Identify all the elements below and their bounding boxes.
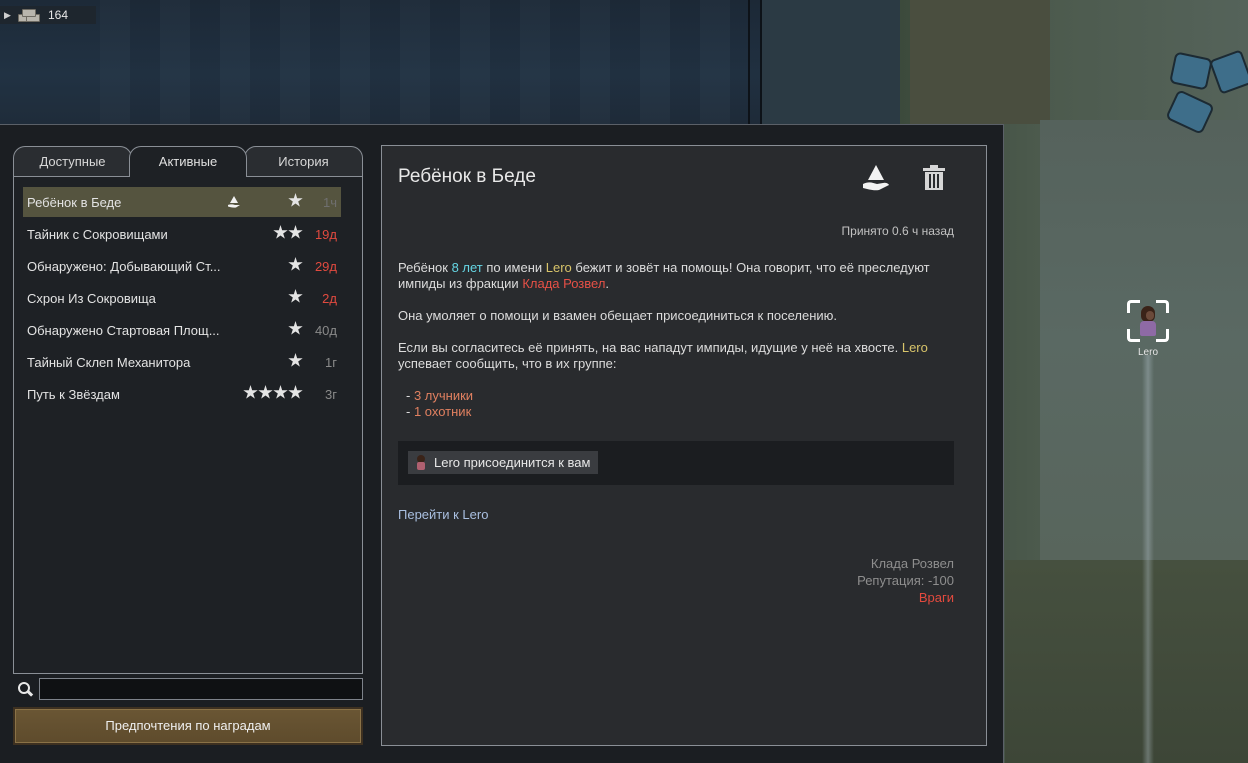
quest-difficulty-stars	[288, 353, 303, 371]
pawn-icon	[416, 455, 426, 470]
faction-status: Враги	[918, 590, 954, 605]
quest-difficulty-stars	[288, 289, 303, 307]
star-icon	[273, 385, 288, 399]
quests-window: Доступные Активные История Ребёнок в Бед…	[0, 124, 1004, 763]
quest-list-item[interactable]: Обнаружено: Добывающий Ст... 29д	[23, 251, 341, 281]
star-icon	[288, 225, 303, 239]
quest-list-item[interactable]: Путь к Звёздам 3г	[23, 379, 341, 409]
reward-box: Lero присоединится к вам	[398, 441, 954, 485]
search-icon	[18, 682, 34, 698]
quest-list: Ребёнок в Беде 1ч Тайник с Сокровищами 19д О…	[13, 176, 363, 674]
quest-list-item[interactable]: Ребёнок в Беде 1ч	[23, 187, 341, 217]
quest-name: Ребёнок в Беде	[27, 195, 122, 210]
trash-icon[interactable]	[922, 165, 946, 191]
reward-label: Lero присоединится к вам	[434, 455, 591, 470]
quest-list-item[interactable]: Обнаружено Стартовая Площ... 40д	[23, 315, 341, 345]
goto-pawn-link[interactable]: Перейти к Lero	[398, 507, 488, 522]
faction-info: Клада Розвел Репутация: -100 Враги	[857, 555, 954, 606]
search-row	[13, 678, 363, 702]
quest-time-remaining: 3г	[325, 387, 337, 402]
star-icon	[243, 385, 258, 399]
faction-name[interactable]: Клада Розвел	[857, 555, 954, 572]
faction-name-highlight: Клада Розвел	[522, 276, 606, 291]
quest-time-remaining: 19д	[314, 227, 337, 242]
quest-name: Обнаружено: Добывающий Ст...	[27, 259, 221, 274]
description-paragraph: Если вы согласитесь её принять, на вас н…	[398, 340, 928, 371]
list-item: - 3 лучники	[406, 388, 474, 403]
steel-icon	[18, 8, 40, 22]
reward-preferences-button[interactable]: Предпочтения по наградам	[13, 707, 363, 745]
map-terrain-grass	[1005, 560, 1248, 763]
quest-name: Тайник с Сокровищами	[27, 227, 168, 242]
star-icon	[288, 353, 303, 367]
description-paragraph: Она умоляет о помощи и взамен обещает пр…	[398, 308, 838, 323]
search-input[interactable]	[39, 678, 363, 700]
quest-name: Обнаружено Стартовая Площ...	[27, 323, 220, 338]
description-paragraph: Ребёнок 8 лет по имени Lero бежит и зовё…	[398, 260, 930, 291]
quest-difficulty-stars	[243, 385, 303, 403]
star-icon	[288, 257, 303, 271]
pawn-name-highlight: Lero	[545, 260, 572, 275]
tab-available[interactable]: Доступные	[13, 146, 132, 177]
quest-tabs: Доступные Активные История	[13, 146, 363, 177]
quest-list-item[interactable]: Тайник с Сокровищами 19д	[23, 219, 341, 249]
star-icon	[258, 385, 273, 399]
list-item: - 1 охотник	[406, 404, 472, 419]
faction-reputation: Репутация: -100	[857, 573, 954, 588]
pawn-lero[interactable]: Lero	[1127, 300, 1169, 360]
quest-name: Схрон Из Сокровища	[27, 291, 156, 306]
quest-details: Ребёнок в Беде Принято 0.6 ч назад Ребён…	[381, 145, 987, 746]
quest-title: Ребёнок в Беде	[398, 166, 536, 187]
quest-time-remaining: 2д	[322, 291, 337, 306]
child-age: 8 лет	[451, 260, 483, 275]
map-terrain-texture	[100, 0, 760, 124]
quest-difficulty-stars	[273, 225, 303, 243]
quest-time-remaining: 1ч	[322, 195, 337, 210]
quest-name: Тайный Склеп Механитора	[27, 355, 191, 370]
quest-time-remaining: 40д	[314, 323, 337, 338]
quest-list-item[interactable]: Тайный Склеп Механитора 1г	[23, 347, 341, 377]
tab-history[interactable]: История	[244, 146, 363, 177]
star-icon	[288, 193, 303, 207]
accepted-quest-icon	[228, 196, 240, 208]
quest-name: Путь к Звёздам	[27, 387, 120, 402]
resource-count: 164	[48, 8, 69, 22]
map-stream	[1142, 355, 1154, 763]
enemy-group-list: - 3 лучники - 1 охотник	[406, 388, 966, 420]
map-terrain-mud	[910, 0, 1050, 124]
pawn-name-label: Lero	[1137, 347, 1158, 358]
accepted-time: Принято 0.6 ч назад	[841, 224, 954, 238]
quest-list-item[interactable]: Схрон Из Сокровища 2д	[23, 283, 341, 313]
quest-difficulty-stars	[288, 257, 303, 275]
resource-readout[interactable]: ▶ 164	[0, 6, 96, 24]
tab-active[interactable]: Активные	[129, 146, 247, 177]
star-icon	[288, 385, 303, 399]
pawn-portrait	[1139, 306, 1157, 336]
pawn-name-highlight: Lero	[901, 340, 928, 355]
star-icon	[288, 321, 303, 335]
reward-item[interactable]: Lero присоединится к вам	[408, 451, 599, 474]
quest-difficulty-stars	[288, 193, 303, 211]
quest-difficulty-stars	[288, 321, 303, 339]
star-icon	[288, 289, 303, 303]
map-cliff-edge	[748, 0, 762, 124]
accept-quest-icon[interactable]	[861, 163, 891, 193]
map-terrain-water	[760, 0, 920, 124]
quest-time-remaining: 1г	[325, 355, 337, 370]
star-icon	[273, 225, 288, 239]
quest-time-remaining: 29д	[314, 259, 337, 274]
expand-arrow-icon[interactable]: ▶	[4, 10, 14, 21]
